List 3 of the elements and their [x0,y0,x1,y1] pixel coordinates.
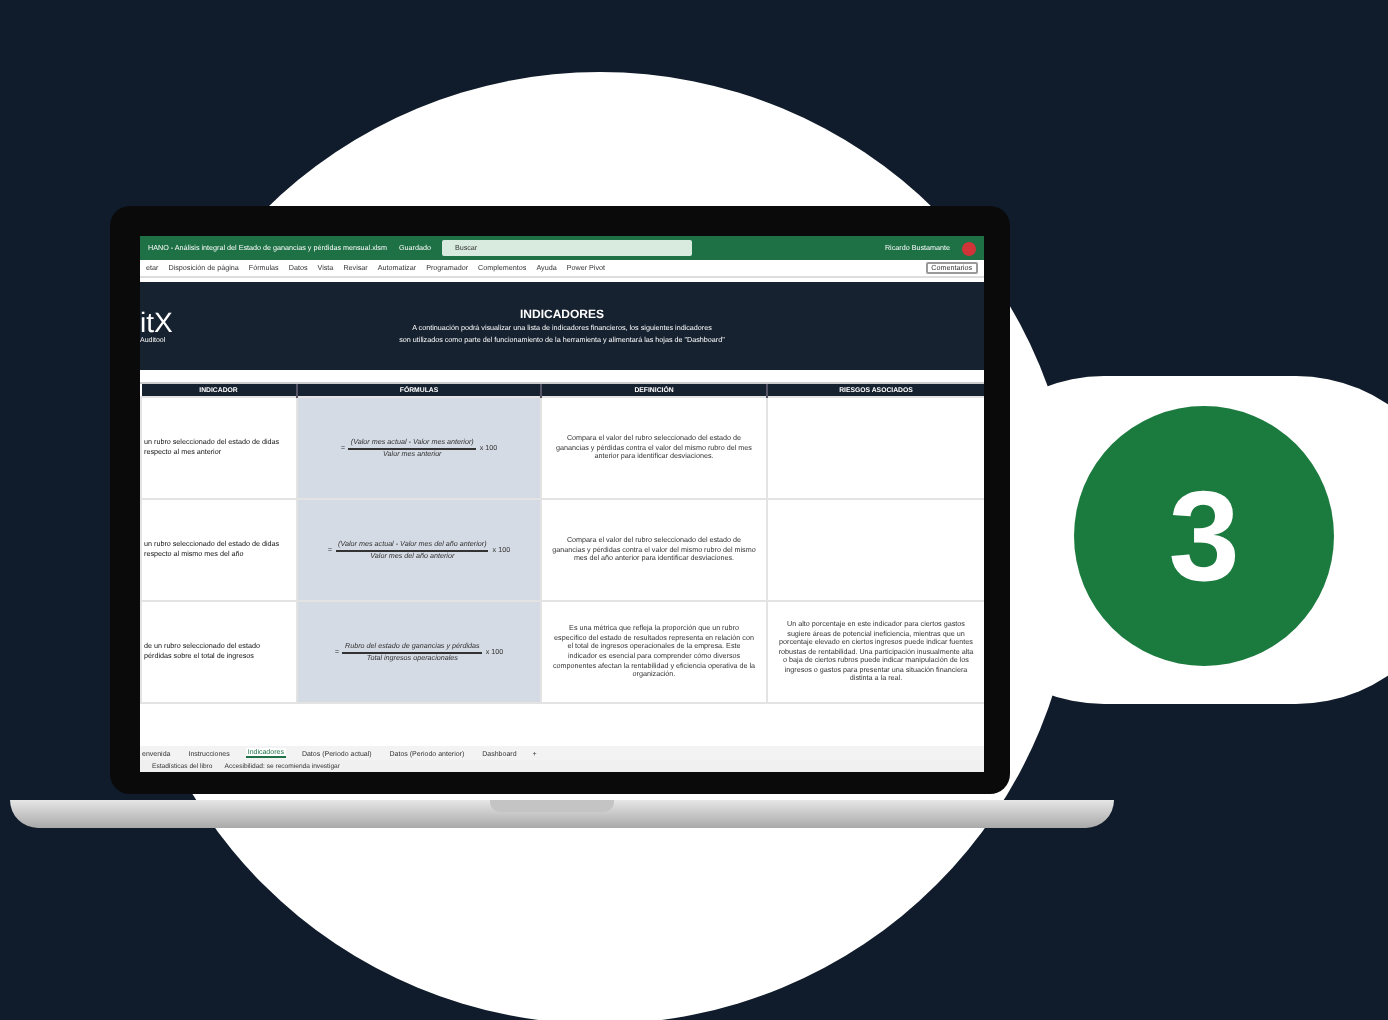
logo: itX [140,309,175,335]
laptop-notch [490,800,614,812]
avatar[interactable] [962,241,976,255]
